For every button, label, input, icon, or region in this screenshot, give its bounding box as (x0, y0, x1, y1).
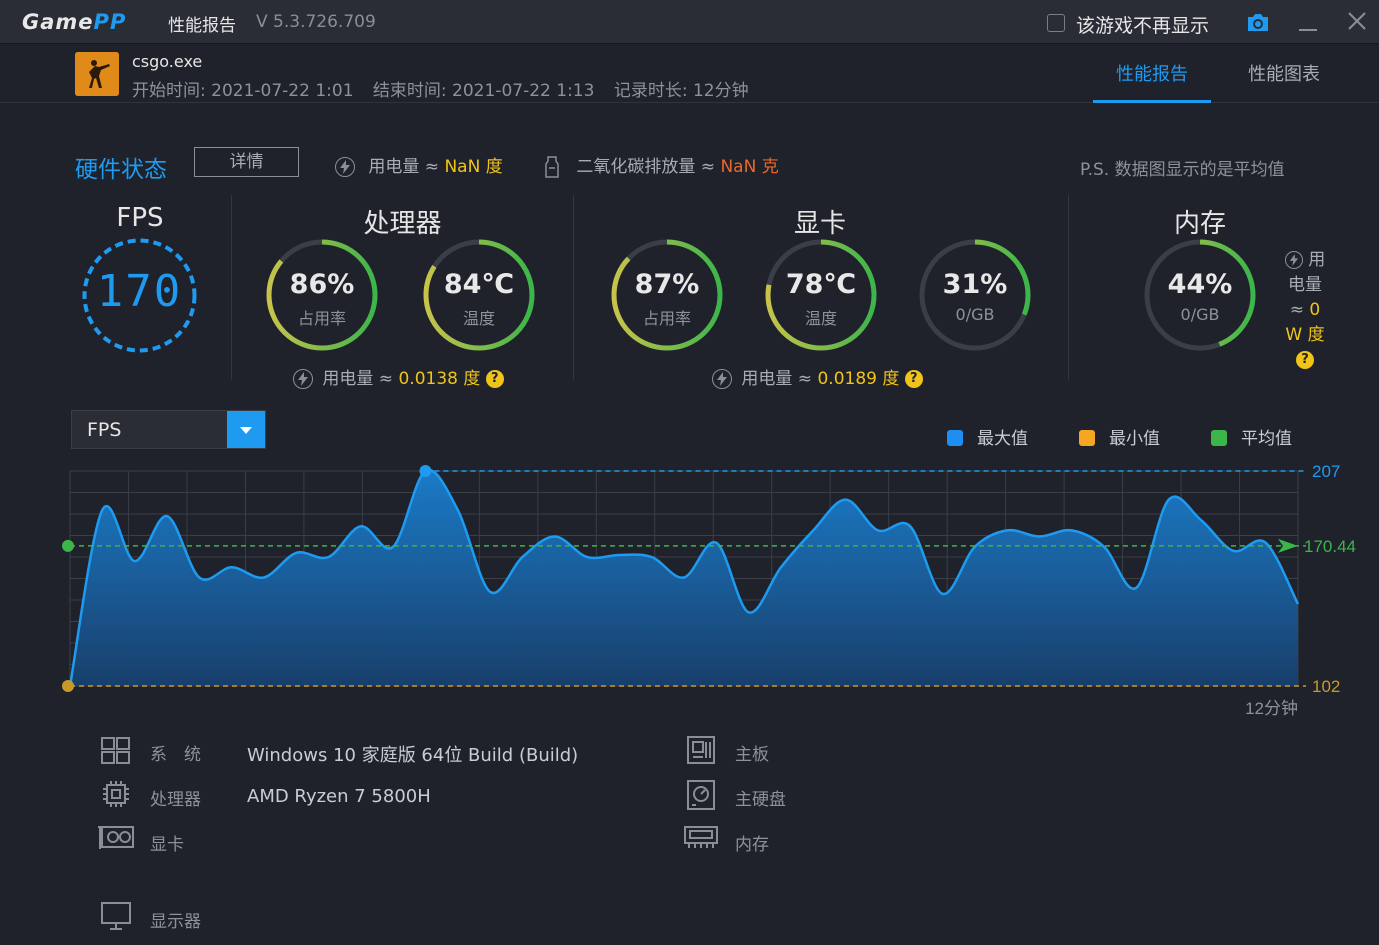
gpu-temp-label: 温度 (804, 309, 837, 328)
tab-performance-report[interactable]: 性能报告 (1093, 60, 1211, 103)
memory-icon (684, 826, 718, 848)
metric-select[interactable]: FPS (71, 410, 266, 449)
cpu-usage-value: 86% (289, 269, 355, 300)
gpu-usage-value: 87% (634, 269, 700, 300)
game-name: csgo.exe (132, 52, 203, 71)
gpu-title: 显卡 (793, 209, 846, 239)
hardware-status-title: 硬件状态 (75, 157, 167, 183)
legend-avg: 平均值 (1211, 424, 1292, 449)
gpu-vram-gauge: 31% 0/GB (918, 238, 1032, 352)
game-icon (75, 52, 119, 96)
max-point (419, 465, 432, 477)
gpu-vram-value: 31% (942, 269, 1008, 300)
legend-max: 最大值 (947, 424, 1028, 449)
divider (573, 195, 574, 380)
close-icon[interactable] (1345, 9, 1369, 33)
cpu-temp-label: 温度 (462, 309, 495, 328)
help-icon[interactable]: ? (1296, 351, 1314, 369)
memory-power: 用 电量 ≈ 0 W 度 ? (1284, 250, 1326, 369)
end-time: 结束时间: 2021-07-22 1:13 (372, 81, 595, 101)
dont-show-checkbox[interactable] (1047, 14, 1065, 32)
power-icon (712, 369, 732, 389)
gpu-label: 显卡 (150, 835, 184, 855)
game-header: csgo.exe 开始时间: 2021-07-22 1:01 结束时间: 202… (0, 45, 1379, 103)
fps-title: FPS (116, 203, 164, 233)
total-power: 用电量 ≈ NaN 度 (335, 152, 503, 177)
cpu-label: 处理器 (150, 790, 201, 810)
gpu-usage-label: 占用率 (642, 309, 691, 328)
os-label: 系 统 (150, 745, 201, 765)
cpu-usage-gauge: 86% 占用率 (265, 238, 379, 352)
motherboard-label: 主板 (735, 745, 769, 765)
windows-icon (101, 737, 130, 764)
power-icon (335, 157, 355, 177)
memory-label: 内存 (735, 835, 769, 855)
window-title: 性能报告 (168, 16, 236, 36)
legend-min: 最小值 (1079, 424, 1160, 449)
monitor-label: 显示器 (150, 912, 201, 932)
app-logo: GamePP (22, 10, 127, 34)
os-value: Windows 10 家庭版 64位 Build (Build) (247, 745, 579, 766)
dont-show-label[interactable]: 该游戏不再显示 (1076, 11, 1209, 38)
y-min-label: 102 (1312, 677, 1340, 696)
start-time: 开始时间: 2021-07-22 1:01 (132, 81, 354, 101)
chevron-down-icon[interactable] (227, 411, 265, 448)
motherboard-icon (687, 736, 715, 764)
average-note: P.S. 数据图显示的是平均值 (1080, 160, 1285, 180)
cpu-value: AMD Ryzen 7 5800H (247, 786, 431, 807)
avg-point (62, 539, 74, 552)
memory-usage-gauge: 44% 0/GB (1143, 238, 1257, 352)
divider (1068, 195, 1069, 380)
memory-usage-value: 44% (1167, 269, 1233, 300)
gpu-temp-value: 78℃ (785, 269, 857, 300)
gpu-temp-gauge: 78℃ 温度 (764, 238, 878, 352)
cpu-usage-label: 占用率 (297, 309, 346, 328)
cpu-temp-gauge: 84℃ 温度 (422, 238, 536, 352)
y-avg-label: 170.44 (1304, 537, 1356, 556)
cpu-power: 用电量 ≈ 0.0138 度 ? (293, 364, 504, 389)
detail-button[interactable]: 详情 (194, 147, 299, 177)
min-point (62, 680, 74, 692)
co2-icon (545, 156, 559, 178)
session-meta: 开始时间: 2021-07-22 1:01 结束时间: 2021-07-22 1… (132, 76, 763, 101)
tab-performance-chart[interactable]: 性能图表 (1232, 60, 1336, 103)
metric-select-value: FPS (87, 419, 122, 441)
hard-disk-icon (687, 780, 715, 810)
monitor-icon (101, 902, 131, 930)
cpu-icon (103, 781, 129, 807)
power-icon (293, 369, 313, 389)
memory-title: 内存 (1173, 209, 1226, 239)
gpu-vram-label: 0/GB (955, 305, 995, 324)
minimize-icon[interactable] (1296, 10, 1320, 34)
gpu-power: 用电量 ≈ 0.0189 度 ? (712, 364, 923, 389)
version-label: V 5.3.726.709 (256, 12, 376, 32)
fps-chart: 207 170.44 102 12分钟 (62, 462, 1356, 718)
gpu-usage-gauge: 87% 占用率 (610, 238, 724, 352)
hard-disk-label: 主硬盘 (735, 790, 786, 810)
divider (231, 195, 232, 380)
duration: 记录时长: 12分钟 (613, 81, 749, 101)
x-end-label: 12分钟 (1245, 699, 1298, 718)
co2-emission: 二氧化碳排放量 ≈ NaN 克 (545, 152, 779, 178)
camera-icon[interactable] (1245, 10, 1271, 34)
help-icon[interactable]: ? (904, 370, 923, 388)
cpu-title: 处理器 (363, 209, 442, 239)
cpu-temp-value: 84℃ (443, 269, 515, 300)
help-icon[interactable]: ? (485, 370, 504, 388)
gpu-icon (98, 826, 134, 849)
y-max-label: 207 (1312, 462, 1340, 481)
power-icon (1284, 251, 1303, 269)
memory-usage-label: 0/GB (1180, 305, 1220, 324)
fps-value: 170 (96, 266, 183, 317)
title-bar: GamePP 性能报告 V 5.3.726.709 该游戏不再显示 (0, 0, 1379, 44)
